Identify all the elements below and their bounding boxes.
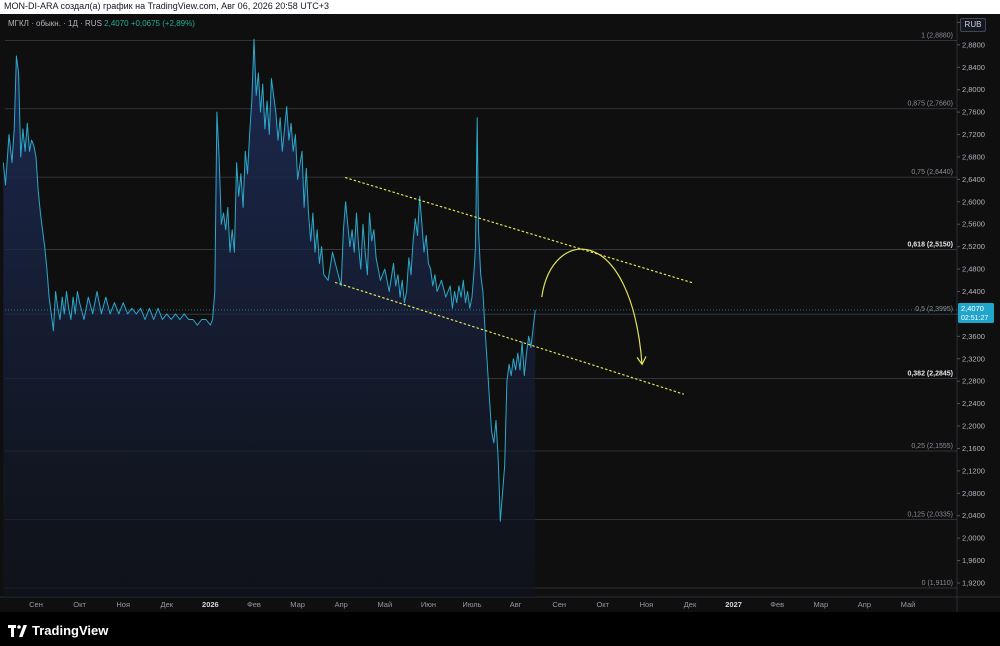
- x-tick-label: 2026: [202, 600, 219, 609]
- forecast-arrow[interactable]: [541, 248, 643, 365]
- last-price-value: 2,4070: [961, 304, 984, 313]
- chart-header-bar: MON-DI-ARA создал(а) график на TradingVi…: [0, 0, 1000, 14]
- y-tick-label: 2,8800: [962, 40, 985, 49]
- bar-countdown: 02:51:27: [961, 315, 988, 322]
- x-tick-label: Мар: [813, 600, 828, 609]
- y-tick-label: 1,9200: [962, 578, 985, 587]
- x-tick-label: Июль: [462, 600, 481, 609]
- tradingview-brand[interactable]: TradingView: [8, 623, 108, 638]
- y-tick-label: 2,0800: [962, 489, 985, 498]
- legend-change: +0,0675 (+2,89%): [130, 19, 195, 28]
- y-tick-label: 2,4800: [962, 265, 985, 274]
- x-tick-label: Авг: [510, 600, 522, 609]
- x-tick-label: Июн: [421, 600, 436, 609]
- x-tick-label: Дек: [161, 600, 174, 609]
- chart-area[interactable]: 1 (2,8880) 0,875 (2,7660) 0,75 (2,6440) 0,6…: [0, 14, 1000, 612]
- y-tick-label: 2,5200: [962, 242, 985, 251]
- legend-symbol: МГКЛ · обыкн. · 1Д · RUS: [8, 19, 102, 28]
- x-tick-label: Май: [377, 600, 392, 609]
- fib-level-label: 0,25 (2,1555): [911, 443, 953, 450]
- x-tick-label: Сен: [552, 600, 566, 609]
- x-tick-label: Май: [901, 600, 916, 609]
- fib-level-label: 0,875 (2,7660): [907, 101, 953, 108]
- y-tick-label: 2,5600: [962, 220, 985, 229]
- y-tick-label: 2,8400: [962, 63, 985, 72]
- y-tick-label: 2,6000: [962, 197, 985, 206]
- y-tick-label: 2,3600: [962, 332, 985, 341]
- x-tick-label: 2027: [725, 600, 742, 609]
- x-tick-label: Ноя: [640, 600, 654, 609]
- x-tick-label: Сен: [29, 600, 43, 609]
- brand-name: TradingView: [32, 623, 109, 638]
- trend-line[interactable]: [344, 177, 695, 284]
- fib-level-label: 0,75 (2,6440): [911, 169, 953, 176]
- fib-level-label: 0,382 (2,2845): [907, 371, 953, 378]
- x-tick-label: Фев: [770, 600, 784, 609]
- y-tick-label: 2,1200: [962, 466, 985, 475]
- fib-level-label: 0 (1,9110): [922, 580, 953, 587]
- y-tick-label: 2,1600: [962, 444, 985, 453]
- y-tick-label: 2,2800: [962, 377, 985, 386]
- price-chart[interactable]: 1 (2,8880) 0,875 (2,7660) 0,75 (2,6440) 0,6…: [0, 14, 1000, 612]
- x-tick-label: Мар: [290, 600, 305, 609]
- y-tick-label: 2,0400: [962, 511, 985, 520]
- x-tick-label: Ноя: [116, 600, 130, 609]
- fib-level-label: 1 (2,8880): [921, 32, 953, 39]
- x-tick-label: Окт: [596, 600, 609, 609]
- fib-level-label: 0,125 (2,0335): [907, 511, 953, 518]
- fib-level-label: 0,618 (2,5150): [907, 241, 953, 248]
- legend-price: 2,4070: [104, 19, 129, 28]
- y-tick-label: 2,8000: [962, 85, 985, 94]
- y-tick-label: 2,7600: [962, 108, 985, 117]
- currency-button[interactable]: RUB: [960, 18, 986, 32]
- y-tick-label: 2,2400: [962, 399, 985, 408]
- x-tick-label: Апр: [335, 600, 348, 609]
- x-tick-label: Апр: [858, 600, 871, 609]
- y-tick-label: 2,0000: [962, 534, 985, 543]
- y-tick-label: 2,3200: [962, 354, 985, 363]
- y-tick-label: 2,7200: [962, 130, 985, 139]
- x-tick-label: Окт: [73, 600, 86, 609]
- y-tick-label: 2,4400: [962, 287, 985, 296]
- symbol-legend: МГКЛ · обыкн. · 1Д · RUS 2,4070 +0,0675 …: [8, 19, 195, 28]
- x-tick-label: Фев: [247, 600, 261, 609]
- footer: TradingView: [0, 612, 1000, 646]
- y-tick-label: 2,6800: [962, 152, 985, 161]
- x-tick-label: Дек: [684, 600, 697, 609]
- header-text: MON-DI-ARA создал(а) график на TradingVi…: [4, 1, 329, 11]
- y-tick-label: 1,9600: [962, 556, 985, 565]
- y-tick-label: 2,2000: [962, 422, 985, 431]
- y-tick-label: 2,6400: [962, 175, 985, 184]
- tradingview-logo-icon: [8, 624, 27, 637]
